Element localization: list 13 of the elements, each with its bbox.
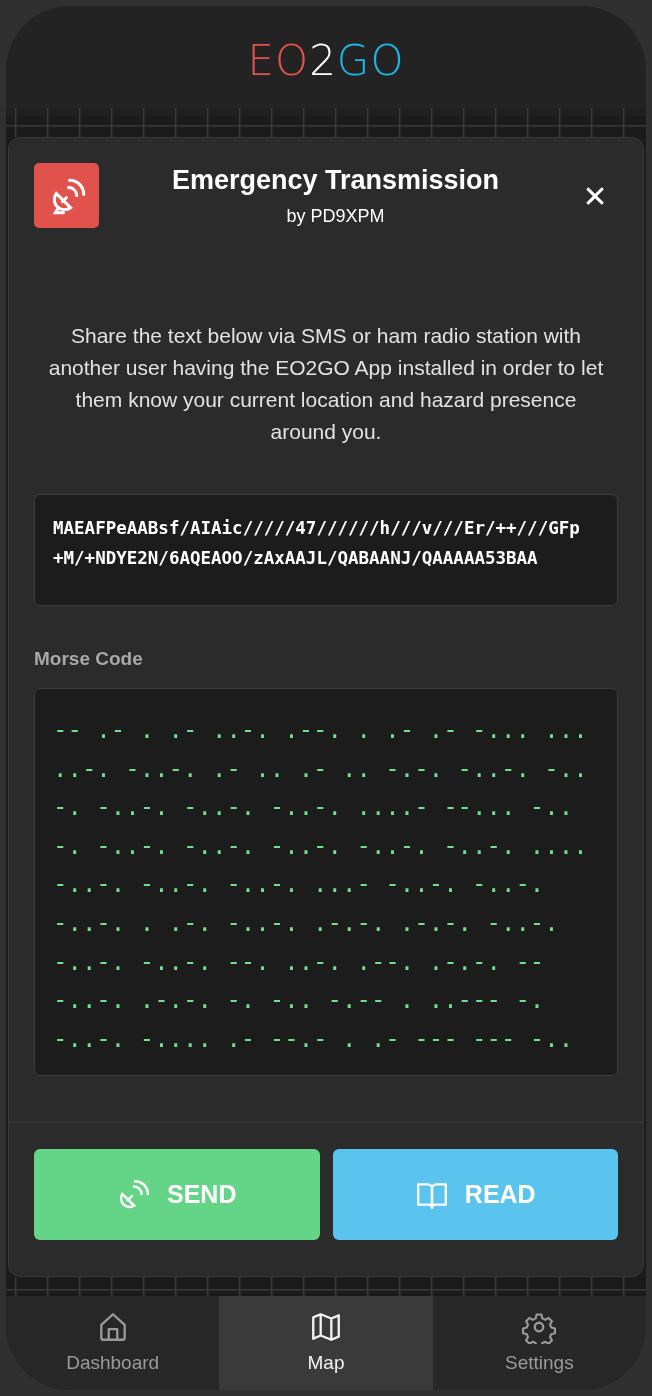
description-text: Share the text below via SMS or ham radio station with another user having the EO2GO App installed in order to let them know your current location and hazard presence around you. xyxy=(47,323,605,445)
nav-tab[interactable]: Settings xyxy=(432,1296,646,1390)
nav-tab[interactable]: Dashboard xyxy=(6,1296,220,1390)
close-button[interactable]: ✕ xyxy=(572,173,618,219)
morse-code-box[interactable]: -- .- . .- ..-. .--. . .- .- -... ... ..-. -..-. .- .. .- .. -.-. -..-. -.. -. -..-. -..-. -..-. ....- --... -.. -. -..-. -..-. -..-. -..-. -..-. .... -..-. -..-. -..-. ...- -..-. -..-. -..-. . .-. -..-. .-.-. .-.-. -..-. -..-. -..-. --. ..-. .--. .-.-. -- -..-. .-.-. -. -.. -.-- . ..--- -. -..-. -.... .- --.- . .- --- --- -.. xyxy=(34,688,618,1076)
morse-label: Morse Code xyxy=(34,648,144,670)
code-text-box[interactable]: MAEAFPeAABsf/AIAic/////47//////h///v///Er/++///GFp +M/+NDYE2N/6AQEAOO/zAxAAJL/QABAANJ/QAAAAA53BAA xyxy=(34,494,618,606)
nav-tab[interactable]: Map xyxy=(219,1296,433,1390)
dialog-subtitle: by PD9XPM xyxy=(285,206,386,227)
satellite-dish-icon xyxy=(34,163,99,228)
map-icon xyxy=(309,1310,343,1344)
dialog-title: Emergency Transmission xyxy=(170,165,501,196)
app-logo: EO2GO xyxy=(247,34,405,85)
